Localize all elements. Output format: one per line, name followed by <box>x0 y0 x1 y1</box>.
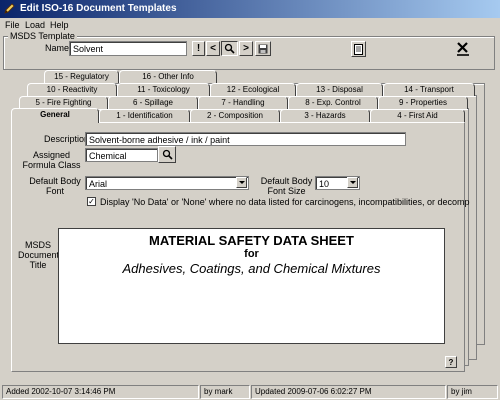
no-data-checkbox[interactable]: ✓ <box>87 197 96 206</box>
tab-first-aid[interactable]: 4 - First Aid <box>370 109 465 122</box>
tab-transport[interactable]: 14 - Transport <box>383 83 475 96</box>
tab-properties[interactable]: 9 - Properties <box>378 96 468 109</box>
tab-disposal[interactable]: 13 - Disposal <box>296 83 383 96</box>
help-button[interactable]: ? <box>445 356 457 368</box>
body-font-size-value: 10 <box>319 179 330 189</box>
tab-general[interactable]: General <box>11 108 99 123</box>
floppy-disk-icon <box>258 44 268 53</box>
delete-button[interactable] <box>454 40 472 58</box>
menu-help[interactable]: Help <box>50 20 69 30</box>
tab-exp-control[interactable]: 8 - Exp. Control <box>288 96 378 109</box>
delete-x-icon <box>457 42 469 56</box>
status-updated-by: by jim <box>447 385 498 399</box>
menu-bar: File Load Help <box>0 18 500 32</box>
search-icon <box>162 149 173 160</box>
tab-other-info[interactable]: 16 - Other Info <box>119 70 217 83</box>
status-added: Added 2002-10-07 3:14:46 PM <box>2 385 199 399</box>
tab-regulatory[interactable]: 15 - Regulatory <box>44 70 119 83</box>
status-updated: Updated 2009-07-06 6:02:27 PM <box>251 385 446 399</box>
title-bar[interactable]: Edit ISO-16 Document Templates <box>0 0 500 18</box>
body-font-dropdown-arrow[interactable] <box>236 177 247 188</box>
name-label: Name <box>45 43 70 53</box>
tab-handling[interactable]: 7 - Handling <box>198 96 288 109</box>
doc-title-line-2: for <box>244 248 259 260</box>
save-button[interactable] <box>255 41 271 56</box>
status-bar: Added 2002-10-07 3:14:46 PM by mark Upda… <box>0 384 500 400</box>
window-title: Edit ISO-16 Document Templates <box>20 3 177 14</box>
previous-button[interactable]: < <box>206 41 220 56</box>
body-font-size-dropdown-arrow[interactable] <box>347 177 358 188</box>
tab-toxicology[interactable]: 11 - Toxicology <box>117 83 210 96</box>
doc-title-editor[interactable]: MATERIAL SAFETY DATA SHEET for Adhesives… <box>58 228 445 344</box>
document-button[interactable] <box>351 41 366 57</box>
description-field[interactable]: Solvent-borne adhesive / ink / paint <box>85 132 406 146</box>
status-added-by: by mark <box>200 385 250 399</box>
formula-search-button[interactable] <box>158 146 176 163</box>
tab-ecological[interactable]: 12 - Ecological <box>210 83 296 96</box>
search-icon <box>224 43 235 54</box>
menu-file[interactable]: File <box>5 20 20 30</box>
name-field[interactable]: Solvent <box>69 41 187 56</box>
body-font-select[interactable]: Arial <box>85 176 249 190</box>
tab-composition[interactable]: 2 - Composition <box>190 109 280 122</box>
formula-class-field[interactable]: Chemical <box>85 148 158 162</box>
template-group-label: MSDS Template <box>8 31 77 41</box>
document-icon <box>354 43 363 55</box>
menu-load[interactable]: Load <box>25 20 45 30</box>
doc-title-line-1: MATERIAL SAFETY DATA SHEET <box>149 233 354 248</box>
tab-spillage[interactable]: 6 - Spillage <box>108 96 198 109</box>
next-button[interactable]: > <box>239 41 253 56</box>
body-font-value: Arial <box>89 179 108 189</box>
search-button[interactable] <box>221 41 238 56</box>
tab-hazards[interactable]: 3 - Hazards <box>280 109 370 122</box>
tab-reactivity[interactable]: 10 - Reactivity <box>27 83 117 96</box>
checkmark-icon: ✓ <box>88 197 95 206</box>
doc-title-line-3: Adhesives, Coatings, and Chemical Mixtur… <box>122 261 381 276</box>
tab-identification[interactable]: 1 - Identification <box>99 109 190 122</box>
pencil-icon <box>4 3 15 14</box>
exclaim-button[interactable]: ! <box>192 41 205 56</box>
